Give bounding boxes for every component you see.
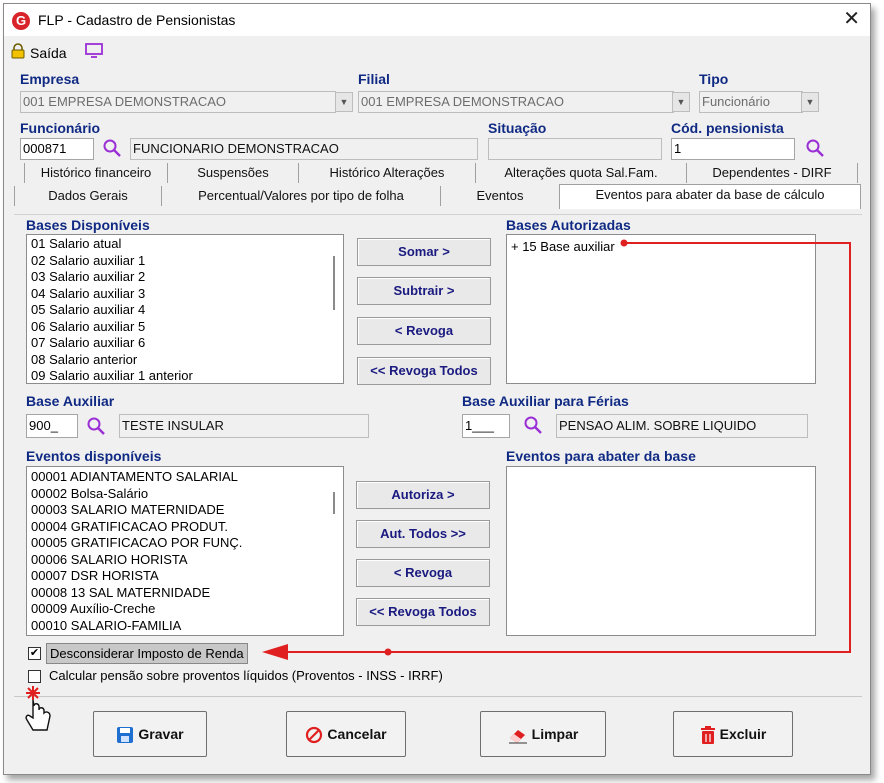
list-item[interactable]: 00002 Bolsa-Salário <box>27 486 343 503</box>
list-item[interactable]: 00008 13 SAL MATERNIDADE <box>27 585 343 602</box>
autoriza-button[interactable]: Autoriza > <box>356 481 490 509</box>
cancelar-label: Cancelar <box>327 726 387 742</box>
search-base-ferias-icon[interactable] <box>523 415 543 435</box>
search-funcionario-icon[interactable] <box>102 138 122 158</box>
base-auxiliar-ferias-label: Base Auxiliar para Férias <box>462 393 629 409</box>
tab-alteracoes-quota[interactable]: Alterações quota Sal.Fam. <box>475 163 686 183</box>
list-item[interactable]: 06 Salario auxiliar 5 <box>27 319 343 336</box>
lock-icon[interactable] <box>10 43 26 59</box>
search-base-auxiliar-icon[interactable] <box>86 416 106 436</box>
tab-eventos-abater[interactable]: Eventos para abater da base de cálculo <box>559 184 861 209</box>
funcionario-code-field[interactable]: 000871 <box>20 138 94 160</box>
tipo-dropdown-icon[interactable]: ▼ <box>801 92 819 112</box>
list-item[interactable]: 00004 GRATIFICACAO PRODUT. <box>27 519 343 536</box>
tipo-label: Tipo <box>699 71 729 87</box>
bases-autorizadas-list[interactable]: + 15 Base auxiliar <box>506 234 816 384</box>
saida-button[interactable]: Saída <box>30 45 67 61</box>
calcular-pensao-label[interactable]: Calcular pensão sobre proventos líquidos… <box>49 668 443 683</box>
tab-suspensoes[interactable]: Suspensões <box>167 163 298 183</box>
empresa-select[interactable]: 001 EMPRESA DEMONSTRACAO <box>20 91 336 113</box>
empresa-label: Empresa <box>20 71 80 87</box>
funcionario-label: Funcionário <box>20 120 101 136</box>
list-item[interactable]: 03 Salario auxiliar 2 <box>27 269 343 286</box>
base-auxiliar-ferias-code-field[interactable]: 1___ <box>462 414 510 438</box>
cod-pensionista-field[interactable]: 1 <box>671 138 795 160</box>
gravar-label: Gravar <box>138 726 184 742</box>
tipo-select[interactable]: Funcionário <box>699 91 803 113</box>
cancel-icon <box>306 727 323 744</box>
empresa-dropdown-icon[interactable]: ▼ <box>335 92 353 112</box>
list-item[interactable]: 00005 GRATIFICACAO POR FUNÇ. <box>27 535 343 552</box>
situacao-label: Situação <box>488 120 547 136</box>
cod-pensionista-label: Cód. pensionista <box>671 120 784 136</box>
list-item[interactable]: 04 Salario auxiliar 3 <box>27 286 343 303</box>
aut-todos-button[interactable]: Aut. Todos >> <box>356 520 490 548</box>
excluir-button[interactable]: Excluir <box>673 711 793 757</box>
tab-historico-financeiro[interactable]: Histórico financeiro <box>24 163 167 183</box>
funcionario-name-field: FUNCIONARIO DEMONSTRACAO <box>130 138 478 160</box>
bases-scrollbar[interactable] <box>326 236 342 382</box>
revoga-eventos-button[interactable]: < Revoga <box>356 559 490 587</box>
monitor-icon[interactable] <box>84 42 104 60</box>
list-item[interactable]: + 15 Base auxiliar <box>507 239 815 256</box>
app-logo-icon: G <box>12 12 30 30</box>
tab-historico-alteracoes[interactable]: Histórico Alterações <box>298 163 475 183</box>
situacao-field <box>488 138 662 160</box>
desconsiderar-ir-label[interactable]: Desconsiderar Imposto de Renda <box>46 643 248 664</box>
list-item[interactable]: 00009 Auxílio-Creche <box>27 601 343 618</box>
limpar-button[interactable]: Limpar <box>480 711 606 757</box>
gravar-button[interactable]: Gravar <box>93 711 207 757</box>
bases-disponiveis-list[interactable]: 01 Salario atual 02 Salario auxiliar 1 0… <box>26 234 344 384</box>
base-auxiliar-ferias-desc-field: PENSAO ALIM. SOBRE LIQUIDO <box>556 414 808 438</box>
somar-button[interactable]: Somar > <box>357 238 491 266</box>
cancelar-button[interactable]: Cancelar <box>286 711 406 757</box>
tab-dependentes-dirf[interactable]: Dependentes - DIRF <box>686 163 858 183</box>
eventos-abater-label: Eventos para abater da base <box>506 448 696 464</box>
filial-dropdown-icon[interactable]: ▼ <box>672 92 690 112</box>
base-auxiliar-label: Base Auxiliar <box>26 393 115 409</box>
filial-select[interactable]: 001 EMPRESA DEMONSTRACAO <box>358 91 674 113</box>
eventos-disponiveis-label: Eventos disponíveis <box>26 448 162 464</box>
title-bar: G FLP - Cadastro de Pensionistas ✕ <box>4 4 870 36</box>
close-icon[interactable]: ✕ <box>843 8 860 30</box>
list-item[interactable]: 05 Salario auxiliar 4 <box>27 302 343 319</box>
excluir-label: Excluir <box>719 726 767 742</box>
list-item[interactable]: 00010 SALARIO-FAMILIA <box>27 618 343 635</box>
list-item[interactable]: 09 Salario auxiliar 1 anterior <box>27 368 343 383</box>
tab-dados-gerais[interactable]: Dados Gerais <box>14 186 161 206</box>
calcular-pensao-checkbox[interactable] <box>28 670 41 683</box>
floppy-save-icon <box>117 727 134 744</box>
subtrair-button[interactable]: Subtrair > <box>357 277 491 305</box>
list-item[interactable]: 00003 SALARIO MATERNIDADE <box>27 502 343 519</box>
tab-eventos[interactable]: Eventos <box>440 186 559 206</box>
list-item[interactable]: 00001 ADIANTAMENTO SALARIAL <box>27 469 343 486</box>
revoga-todos-bases-button[interactable]: << Revoga Todos <box>357 357 491 385</box>
base-auxiliar-code-field[interactable]: 900_ <box>26 414 78 438</box>
filial-label: Filial <box>358 71 390 87</box>
list-item[interactable]: 08 Salario anterior <box>27 352 343 369</box>
desconsiderar-ir-checkbox[interactable]: ✔ <box>28 647 41 660</box>
eraser-icon <box>508 730 527 744</box>
window-title: FLP - Cadastro de Pensionistas <box>38 12 236 28</box>
list-item[interactable]: 00007 DSR HORISTA <box>27 568 343 585</box>
toolbar: Saída <box>4 38 870 64</box>
search-pensionista-icon[interactable] <box>805 138 825 158</box>
eventos-disponiveis-list[interactable]: 00001 ADIANTAMENTO SALARIAL 00002 Bolsa-… <box>26 466 344 636</box>
list-item[interactable]: 02 Salario auxiliar 1 <box>27 253 343 270</box>
tab-percentual-valores[interactable]: Percentual/Valores por tipo de folha <box>161 186 440 206</box>
bases-autorizadas-label: Bases Autorizadas <box>506 217 631 233</box>
trash-icon <box>700 726 715 745</box>
limpar-label: Limpar <box>531 726 579 742</box>
revoga-todos-eventos-button[interactable]: << Revoga Todos <box>356 598 490 626</box>
list-item[interactable]: 00006 SALARIO HORISTA <box>27 552 343 569</box>
eventos-scrollbar[interactable] <box>326 468 342 634</box>
footer-separator <box>14 696 862 697</box>
eventos-abater-list[interactable] <box>506 466 816 636</box>
list-item[interactable]: 07 Salario auxiliar 6 <box>27 335 343 352</box>
revoga-bases-button[interactable]: < Revoga <box>357 317 491 345</box>
base-auxiliar-desc-field: TESTE INSULAR <box>119 414 369 438</box>
bases-disponiveis-label: Bases Disponíveis <box>26 217 150 233</box>
list-item[interactable]: 01 Salario atual <box>27 236 343 253</box>
pensionistas-window: G FLP - Cadastro de Pensionistas ✕ Saída… <box>3 3 871 775</box>
